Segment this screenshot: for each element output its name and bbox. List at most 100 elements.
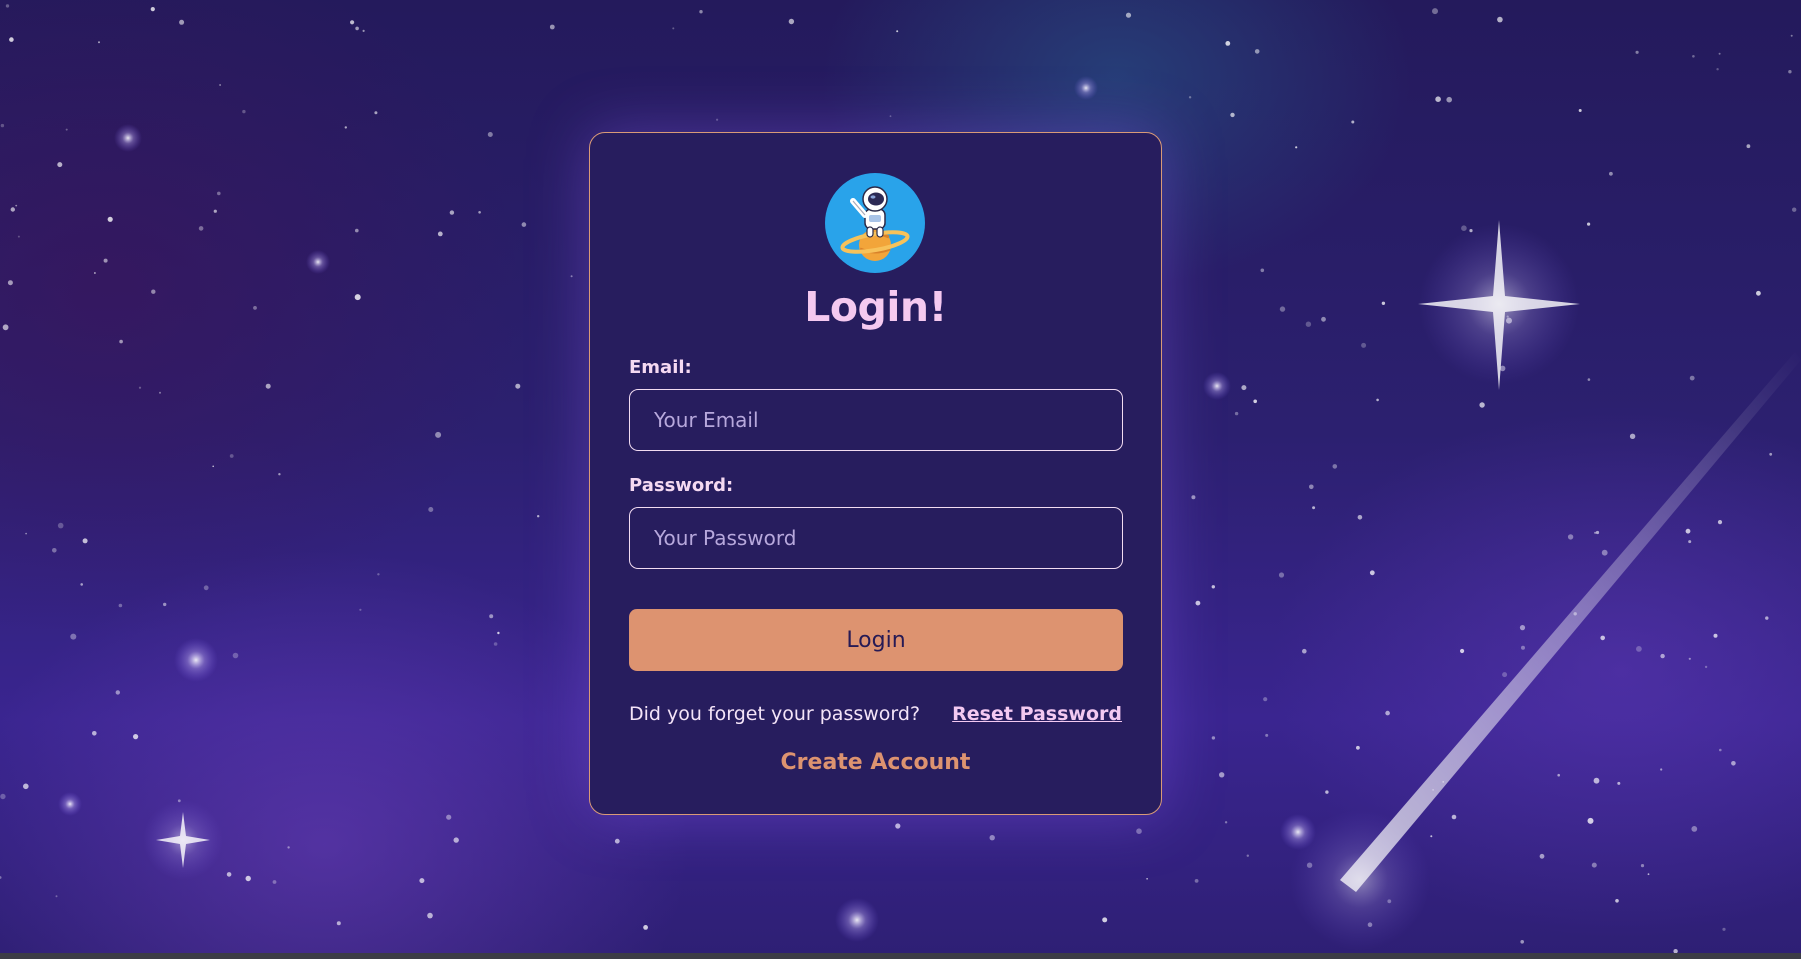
password-label: Password: bbox=[629, 475, 734, 496]
star bbox=[672, 27, 675, 30]
star bbox=[7, 280, 13, 286]
star bbox=[1361, 342, 1367, 348]
star bbox=[5, 4, 10, 8]
star bbox=[493, 642, 498, 646]
star bbox=[1279, 306, 1286, 312]
star bbox=[119, 339, 123, 344]
star bbox=[1234, 411, 1239, 416]
star bbox=[52, 548, 57, 553]
star bbox=[537, 515, 540, 518]
star bbox=[265, 383, 271, 389]
star bbox=[23, 783, 29, 790]
star bbox=[1765, 616, 1769, 620]
email-field[interactable] bbox=[629, 389, 1123, 451]
star bbox=[362, 29, 365, 32]
star bbox=[55, 895, 58, 898]
star bbox=[1369, 570, 1375, 576]
star bbox=[1717, 520, 1723, 525]
star bbox=[1719, 748, 1722, 752]
reset-password-link[interactable]: Reset Password bbox=[952, 703, 1122, 725]
star bbox=[1746, 144, 1751, 149]
star bbox=[287, 846, 290, 849]
login-button[interactable]: Login bbox=[629, 609, 1123, 671]
star bbox=[1219, 772, 1225, 778]
star bbox=[1325, 790, 1329, 794]
star bbox=[107, 216, 113, 222]
star bbox=[1660, 768, 1663, 771]
star bbox=[9, 37, 14, 42]
star bbox=[1356, 745, 1360, 750]
star bbox=[1756, 290, 1761, 296]
star bbox=[355, 26, 359, 31]
star bbox=[1636, 646, 1642, 652]
star bbox=[1241, 385, 1247, 391]
star bbox=[1792, 207, 1797, 212]
star bbox=[118, 603, 123, 608]
star bbox=[198, 226, 204, 231]
star bbox=[15, 204, 18, 207]
star bbox=[614, 838, 620, 844]
star bbox=[427, 912, 433, 919]
star bbox=[1357, 515, 1363, 520]
star bbox=[1195, 600, 1201, 606]
star bbox=[497, 631, 500, 635]
star bbox=[1225, 41, 1231, 46]
star bbox=[435, 431, 442, 438]
star bbox=[103, 258, 108, 263]
star bbox=[203, 585, 209, 591]
star bbox=[272, 880, 277, 884]
star bbox=[1246, 854, 1250, 857]
star bbox=[1688, 540, 1692, 544]
star bbox=[245, 875, 251, 882]
email-label: Email: bbox=[629, 357, 692, 378]
star bbox=[1692, 55, 1695, 58]
star bbox=[1640, 864, 1645, 868]
star bbox=[1587, 817, 1594, 824]
star bbox=[1601, 549, 1608, 556]
star bbox=[115, 690, 121, 695]
star bbox=[1302, 648, 1307, 654]
star bbox=[428, 507, 434, 512]
password-field[interactable] bbox=[629, 507, 1123, 569]
star bbox=[80, 583, 83, 586]
star bbox=[344, 126, 347, 129]
star bbox=[94, 272, 96, 274]
star bbox=[1716, 68, 1719, 71]
star bbox=[788, 18, 795, 25]
star bbox=[1446, 96, 1452, 103]
star bbox=[1430, 835, 1433, 838]
star bbox=[1191, 495, 1196, 500]
star bbox=[57, 162, 63, 168]
star bbox=[1769, 452, 1773, 456]
page-title: Login! bbox=[804, 283, 947, 331]
star bbox=[699, 10, 703, 14]
forgot-password-text: Did you forget your password? bbox=[629, 703, 921, 725]
star bbox=[163, 602, 167, 607]
bottom-edge-bar bbox=[0, 953, 1801, 959]
star bbox=[1704, 665, 1708, 669]
star bbox=[489, 614, 494, 619]
star bbox=[1600, 635, 1605, 641]
star bbox=[1211, 585, 1216, 589]
star bbox=[1376, 398, 1379, 402]
star bbox=[521, 222, 527, 227]
star bbox=[278, 473, 281, 476]
star bbox=[1351, 120, 1355, 124]
star bbox=[138, 386, 142, 389]
star bbox=[150, 7, 155, 12]
star bbox=[1647, 873, 1650, 876]
create-account-link[interactable]: Create Account bbox=[590, 750, 1161, 775]
star bbox=[1609, 171, 1613, 176]
star bbox=[1102, 917, 1108, 923]
star bbox=[355, 228, 359, 233]
star bbox=[17, 235, 20, 238]
star bbox=[1790, 34, 1793, 37]
star bbox=[1265, 733, 1269, 737]
star bbox=[354, 294, 361, 301]
star bbox=[453, 837, 459, 843]
star bbox=[232, 652, 239, 659]
star bbox=[217, 191, 221, 196]
star bbox=[1451, 814, 1457, 820]
star bbox=[1146, 878, 1148, 880]
star bbox=[446, 814, 452, 820]
